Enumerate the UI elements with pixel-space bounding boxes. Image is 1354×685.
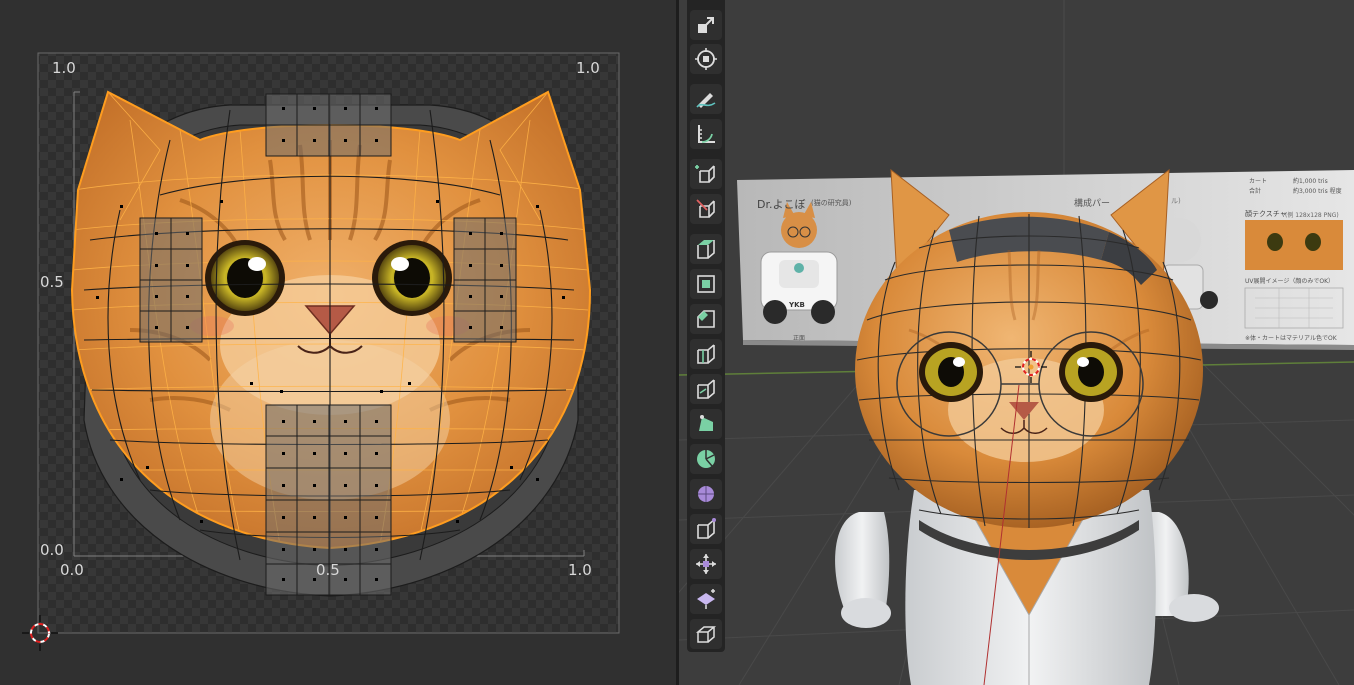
rip-region-icon: [695, 626, 717, 643]
uv-axis-label-bottom-left-x: 0.0: [60, 561, 84, 579]
cube-cut-icon: [696, 199, 715, 218]
viewport-3d[interactable]: Dr.よこぼ (猫の研究員) 構成パー ル) カート 約1,000 tris 合…: [679, 0, 1354, 685]
ref-face-texture: 顔テクスチャ: [1245, 210, 1287, 218]
viewport-scene[interactable]: [679, 0, 1354, 685]
shear-icon: [697, 589, 715, 609]
edge-slide-icon: [696, 554, 716, 574]
uv-axis-label-bottom-mid: 0.5: [316, 561, 340, 579]
annotate-tool-button[interactable]: [690, 84, 722, 114]
loop-cut-icon: [697, 344, 715, 364]
edge-slide-tool-button[interactable]: [690, 549, 722, 579]
smooth-icon: [698, 486, 714, 502]
ref-stat-cart-value: 約1,000 tris: [1293, 178, 1328, 185]
ref-stat-total: 合計: [1249, 188, 1262, 195]
spin-tool-button[interactable]: [690, 444, 722, 474]
uv-editor[interactable]: 1.0 1.0 0.5 0.0 0.0 0.5 1.0: [0, 0, 676, 685]
ref-title: Dr.よこぼ: [757, 198, 806, 211]
knife-tool-button[interactable]: [690, 374, 722, 404]
ref-section: 構成パー: [1074, 199, 1111, 209]
poly-build-tool-button[interactable]: [690, 409, 722, 439]
bevel-tool-button[interactable]: [690, 304, 722, 334]
inset-faces-tool-button[interactable]: [690, 269, 722, 299]
add-cube-icon: [695, 165, 715, 183]
poly-build-icon: [699, 415, 713, 431]
uv-canvas[interactable]: [0, 0, 676, 685]
ref-stat-total-value: 約3,000 tris 程度: [1293, 188, 1342, 195]
rip-region-tool-button[interactable]: [690, 619, 722, 649]
extrude-region-tool-button[interactable]: [690, 234, 722, 264]
add-cube-tool-button[interactable]: [690, 159, 722, 189]
uv-axis-label-top-left: 1.0: [52, 59, 76, 77]
randomize-tool-button[interactable]: [690, 514, 722, 544]
ref-uv-note: UV展開イメージ（顔のみでOK）: [1245, 278, 1335, 285]
ref-truncated-label: ル): [1171, 197, 1181, 205]
ref-title-note: (猫の研究員): [811, 199, 852, 207]
smooth-tool-button[interactable]: [690, 479, 722, 509]
ref-footer-note: ※体・カートはマテリアル色でOK: [1245, 335, 1337, 342]
add-cube-cut-tool-button[interactable]: [690, 194, 722, 224]
scale-tool-button[interactable]: [690, 10, 722, 40]
uv-axis-label-bottom-left-y: 0.0: [40, 541, 64, 559]
spin-icon: [697, 450, 715, 468]
uv-axis-label-top-right: 1.0: [576, 59, 600, 77]
ref-face-texture-note: (例 128x128 PNG): [1285, 212, 1339, 219]
bevel-icon: [697, 310, 715, 328]
ref-kart-badge: YKB: [789, 301, 805, 309]
knife-icon: [697, 379, 715, 399]
measure-icon: [698, 125, 715, 143]
scale-icon: [698, 17, 714, 33]
ref-stat-cart: カート: [1249, 178, 1268, 185]
measure-tool-button[interactable]: [690, 119, 722, 149]
transform-tool-button[interactable]: [690, 44, 722, 74]
annotate-icon: [696, 93, 716, 108]
shear-tool-button[interactable]: [690, 584, 722, 614]
randomize-icon: [697, 518, 716, 539]
loop-cut-tool-button[interactable]: [690, 339, 722, 369]
uv-eye-right: [372, 240, 452, 316]
ref-front-label: 正面: [793, 335, 806, 342]
uv-axis-label-mid-left: 0.5: [40, 273, 64, 291]
extrude-icon: [697, 240, 715, 259]
inset-icon: [697, 275, 715, 293]
uv-axis-label-bottom-right: 1.0: [568, 561, 592, 579]
transform-icon: [695, 48, 717, 70]
